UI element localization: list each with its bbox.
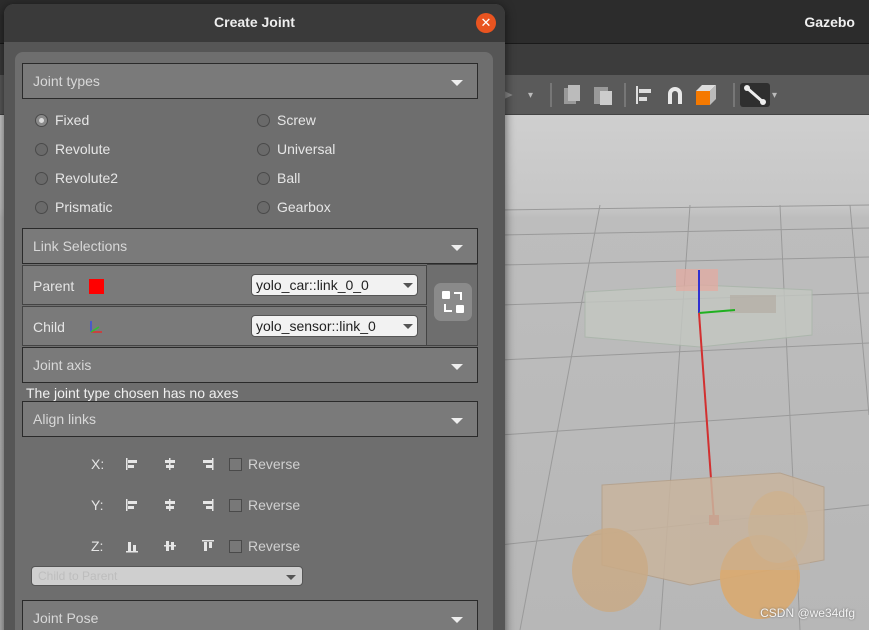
- chevron-down-icon: [451, 245, 463, 251]
- toolbar-separator: [733, 83, 735, 107]
- child-link-value: yolo_sensor::link_0: [256, 318, 376, 334]
- toolbar-separator: [624, 83, 626, 107]
- align-z-max-icon[interactable]: [201, 539, 215, 553]
- toolbar-separator: [550, 83, 552, 107]
- align-links-label: Align links: [33, 411, 97, 427]
- align-axis-x-label: X:: [91, 456, 105, 472]
- joint-axis-label: Joint axis: [33, 357, 92, 373]
- radio-gearbox[interactable]: Gearbox: [257, 198, 331, 216]
- radio-ball[interactable]: Ball: [257, 169, 300, 187]
- radio-button[interactable]: [35, 142, 48, 156]
- joint-axis-note: The joint type chosen has no axes: [26, 385, 239, 401]
- parent-row: Parent yolo_car::link_0_0: [22, 265, 427, 305]
- radio-label: Ball: [277, 170, 301, 186]
- radio-revolute2[interactable]: Revolute2: [35, 169, 118, 187]
- align-links-header[interactable]: Align links: [22, 401, 478, 437]
- magnet-icon[interactable]: [664, 83, 686, 107]
- parent-label: Parent: [33, 278, 75, 294]
- chevron-down-icon: [451, 364, 463, 370]
- dropdown-icon[interactable]: ▾: [772, 83, 777, 107]
- reverse-z-checkbox[interactable]: [229, 540, 242, 553]
- align-y-center-icon[interactable]: [163, 498, 177, 512]
- radio-label: Gearbox: [277, 199, 331, 215]
- align-x-center-icon[interactable]: [163, 457, 177, 471]
- paste-icon[interactable]: [592, 83, 614, 107]
- reverse-y-checkbox[interactable]: [229, 499, 242, 512]
- align-x-max-icon[interactable]: [201, 457, 215, 471]
- close-icon[interactable]: ✕: [476, 13, 496, 33]
- chevron-down-icon: [286, 575, 296, 580]
- chevron-down-icon: [451, 80, 463, 86]
- radio-label: Revolute2: [55, 170, 119, 186]
- swap-column: [427, 264, 478, 346]
- parent-link-value: yolo_car::link_0_0: [256, 277, 369, 293]
- align-axis-z-label: Z:: [91, 538, 104, 554]
- joint-pose-header[interactable]: Joint Pose: [22, 600, 478, 630]
- radio-label: Screw: [277, 112, 316, 128]
- radio-revolute[interactable]: Revolute: [35, 140, 110, 158]
- radio-label: Revolute: [55, 141, 111, 157]
- radio-label: Prismatic: [55, 199, 113, 215]
- swap-icon: [442, 291, 464, 313]
- align-z-center-icon[interactable]: [163, 539, 177, 553]
- joint-pose-label: Joint Pose: [33, 610, 99, 626]
- radio-button[interactable]: [257, 142, 270, 156]
- align-y-min-icon[interactable]: [125, 498, 139, 512]
- align-x-min-icon[interactable]: [125, 457, 139, 471]
- copy-icon[interactable]: [562, 83, 582, 107]
- link-selections-header[interactable]: Link Selections: [22, 228, 478, 264]
- joint-types-header[interactable]: Joint types: [22, 63, 478, 99]
- watermark: CSDN @we34dfg: [760, 606, 855, 620]
- link-selections-label: Link Selections: [33, 238, 128, 254]
- radio-button[interactable]: [257, 113, 270, 127]
- dropdown-icon[interactable]: ▾: [528, 83, 533, 107]
- chevron-down-icon: [451, 617, 463, 623]
- child-axes-icon: [87, 319, 105, 338]
- box-icon[interactable]: [694, 83, 720, 107]
- dialog-title: Create Joint: [214, 14, 295, 30]
- chevron-down-icon: [451, 418, 463, 424]
- joint-tool-icon[interactable]: [740, 83, 770, 107]
- align-target-value: Child to Parent: [38, 569, 118, 583]
- radio-button[interactable]: [35, 171, 48, 185]
- radio-prismatic[interactable]: Prismatic: [35, 198, 113, 216]
- reverse-x-checkbox[interactable]: [229, 458, 242, 471]
- align-y-max-icon[interactable]: [201, 498, 215, 512]
- radio-button[interactable]: [35, 200, 48, 214]
- reverse-y-label: Reverse: [248, 497, 301, 513]
- swap-links-button[interactable]: [434, 283, 472, 321]
- dialog-header: Create Joint ✕: [4, 4, 505, 42]
- joint-axis-header[interactable]: Joint axis: [22, 347, 478, 383]
- reverse-z-label: Reverse: [248, 538, 301, 554]
- align-z-min-icon[interactable]: [125, 539, 139, 553]
- radio-screw[interactable]: Screw: [257, 111, 316, 129]
- radio-universal[interactable]: Universal: [257, 140, 335, 158]
- radio-button[interactable]: [35, 113, 48, 127]
- radio-label: Fixed: [55, 112, 90, 128]
- reverse-x-label: Reverse: [248, 456, 301, 472]
- child-label: Child: [33, 319, 65, 335]
- chevron-down-icon: [403, 283, 413, 288]
- align-target-select[interactable]: Child to Parent: [31, 566, 303, 586]
- joint-types-label: Joint types: [33, 73, 100, 89]
- chevron-down-icon: [403, 324, 413, 329]
- radio-fixed[interactable]: Fixed: [35, 111, 89, 129]
- radio-button[interactable]: [257, 171, 270, 185]
- align-icon[interactable]: [634, 83, 654, 107]
- align-axis-y-label: Y:: [91, 497, 104, 513]
- parent-color-swatch: [89, 279, 104, 294]
- gazebo-title: Gazebo: [804, 14, 855, 30]
- parent-link-select[interactable]: yolo_car::link_0_0: [251, 274, 418, 296]
- child-row: Child yolo_sensor::link_0: [22, 306, 427, 346]
- radio-label: Universal: [277, 141, 336, 157]
- child-link-select[interactable]: yolo_sensor::link_0: [251, 315, 418, 337]
- radio-button[interactable]: [257, 200, 270, 214]
